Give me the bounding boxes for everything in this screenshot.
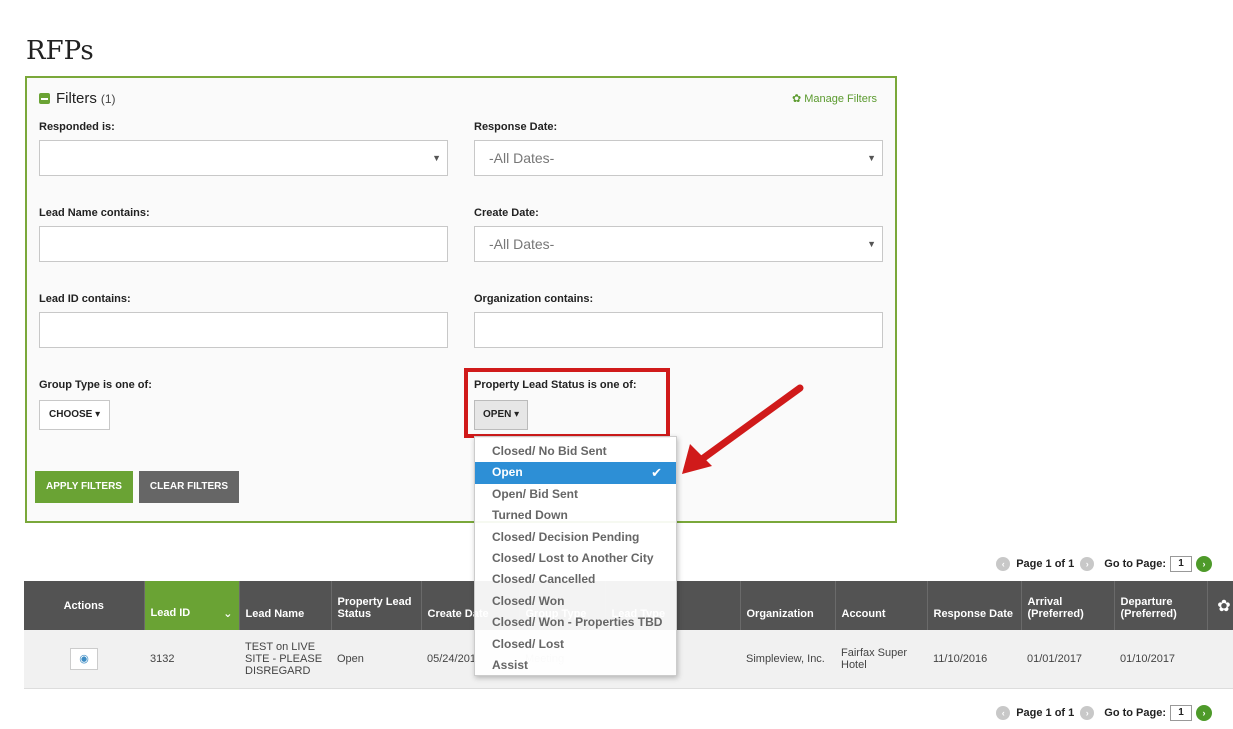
organization-label: Organization contains: — [474, 293, 594, 305]
dropdown-option-closed-lost-to-another-city[interactable]: Closed/ Lost to Another City — [475, 548, 676, 569]
page-title: RFPs — [26, 36, 94, 66]
dropdown-option-closed-won-properties-tbd[interactable]: Closed/ Won - Properties TBD — [475, 612, 676, 633]
col-organization[interactable]: Organization — [740, 581, 836, 630]
dropdown-option-open-bid-sent[interactable]: Open/ Bid Sent — [475, 484, 676, 505]
pager-bottom: ‹ Page 1 of 1 › Go to Page: 1 › — [996, 705, 1212, 721]
dropdown-option-closed-cancelled[interactable]: Closed/ Cancelled — [475, 569, 676, 590]
caret-down-icon: ▾ — [92, 409, 101, 420]
check-icon: ✔ — [651, 465, 662, 481]
filters-header[interactable]: Filters (1) — [39, 90, 116, 107]
manage-filters-link[interactable]: ✿ Manage Filters — [792, 92, 877, 106]
col-lead-id-label: Lead ID — [150, 607, 191, 619]
col-actions: Actions — [24, 581, 145, 630]
cell-organization: Simpleview, Inc. — [740, 630, 835, 689]
filters-count: (1) — [100, 91, 116, 106]
lead-name-label: Lead Name contains: — [39, 207, 150, 219]
response-date-value: -All Dates- — [489, 150, 555, 166]
apply-filters-button[interactable]: APPLY FILTERS — [35, 471, 133, 503]
dropdown-option-open-label: Open — [492, 465, 523, 480]
create-date-select[interactable]: -All Dates- ▼ — [474, 226, 883, 262]
responded-select[interactable]: ▼ — [39, 140, 448, 176]
response-date-label: Response Date: — [474, 121, 558, 133]
go-arrow-icon[interactable]: › — [1196, 705, 1212, 721]
minus-square-icon[interactable] — [39, 93, 50, 104]
dropdown-option-closed-decision-pending[interactable]: Closed/ Decision Pending — [475, 527, 676, 548]
settings-gear-icon[interactable]: ✿ — [1207, 581, 1233, 630]
cell-arrival: 01/01/2017 — [1021, 630, 1114, 689]
cell-account-link[interactable]: Fairfax Super Hotel — [835, 630, 927, 689]
dropdown-option-closed-lost[interactable]: Closed/ Lost — [475, 634, 676, 655]
chevron-left-icon[interactable]: ‹ — [996, 557, 1011, 571]
lead-id-input[interactable] — [39, 312, 448, 348]
chevron-right-icon[interactable]: › — [1080, 706, 1095, 720]
gear-icon: ✿ — [792, 93, 802, 105]
lead-id-label: Lead ID contains: — [39, 293, 131, 305]
col-account[interactable]: Account — [835, 581, 928, 630]
caret-down-icon: ▼ — [432, 153, 441, 163]
cell-lead-name-link[interactable]: TEST on LIVE SITE - PLEASE DISREGARD — [239, 630, 331, 689]
dropdown-option-open[interactable]: Open ✔ — [475, 462, 676, 484]
filters-title: Filters — [56, 90, 97, 107]
cell-response-date: 11/10/2016 — [927, 630, 1021, 689]
col-lead-name[interactable]: Lead Name — [239, 581, 332, 630]
col-arrival[interactable]: Arrival (Preferred) — [1021, 581, 1115, 630]
dropdown-option-closed-no-bid-sent[interactable]: Closed/ No Bid Sent — [475, 441, 676, 462]
sort-desc-icon: ⌄ — [223, 608, 233, 620]
group-type-label: Group Type is one of: — [39, 379, 152, 391]
caret-down-icon: ▼ — [867, 153, 876, 163]
caret-down-icon: ▼ — [867, 239, 876, 249]
responded-label: Responded is: — [39, 121, 115, 133]
create-date-value: -All Dates- — [489, 236, 555, 252]
organization-input[interactable] — [474, 312, 883, 348]
pager-top: ‹ Page 1 of 1 › Go to Page: 1 › — [996, 556, 1212, 572]
col-departure[interactable]: Departure (Preferred) — [1114, 581, 1208, 630]
clear-filters-button[interactable]: CLEAR FILTERS — [139, 471, 239, 503]
cell-lead-id: 3132 — [144, 630, 239, 689]
dropdown-option-closed-won[interactable]: Closed/ Won — [475, 591, 676, 612]
cell-empty — [1207, 630, 1233, 689]
highlight-annotation-box — [464, 368, 670, 438]
status-dropdown-menu: Closed/ No Bid Sent Open ✔ Open/ Bid Sent… — [474, 436, 677, 676]
chevron-right-icon[interactable]: › — [1080, 557, 1095, 571]
col-lead-id[interactable]: Lead ID ⌄ — [144, 581, 240, 630]
lead-name-input[interactable] — [39, 226, 448, 262]
goto-page-input[interactable]: 1 — [1170, 705, 1192, 721]
response-date-select[interactable]: -All Dates- ▼ — [474, 140, 883, 176]
page-info: Page 1 of 1 — [1016, 558, 1075, 570]
chevron-left-icon[interactable]: ‹ — [996, 706, 1011, 720]
dropdown-option-turned-down[interactable]: Turned Down — [475, 505, 676, 526]
group-type-choose-button[interactable]: CHOOSE ▾ — [39, 400, 111, 430]
cell-actions: ◉ — [24, 630, 144, 689]
col-status[interactable]: Property Lead Status — [331, 581, 422, 630]
go-arrow-icon[interactable]: › — [1196, 556, 1212, 572]
page-info: Page 1 of 1 — [1016, 707, 1075, 719]
eye-icon[interactable]: ◉ — [70, 647, 98, 670]
goto-label: Go to Page: — [1104, 707, 1166, 719]
cell-status: Open — [331, 630, 421, 689]
col-response-date[interactable]: Response Date — [927, 581, 1022, 630]
goto-page-input[interactable]: 1 — [1170, 556, 1192, 572]
goto-label: Go to Page: — [1104, 558, 1166, 570]
cell-departure: 01/10/2017 — [1114, 630, 1207, 689]
manage-filters-label: Manage Filters — [804, 92, 877, 105]
group-type-button-label: CHOOSE — [49, 409, 93, 420]
dropdown-option-assist[interactable]: Assist — [475, 655, 676, 676]
create-date-label: Create Date: — [474, 207, 539, 219]
annotation-arrow-icon — [682, 384, 804, 474]
